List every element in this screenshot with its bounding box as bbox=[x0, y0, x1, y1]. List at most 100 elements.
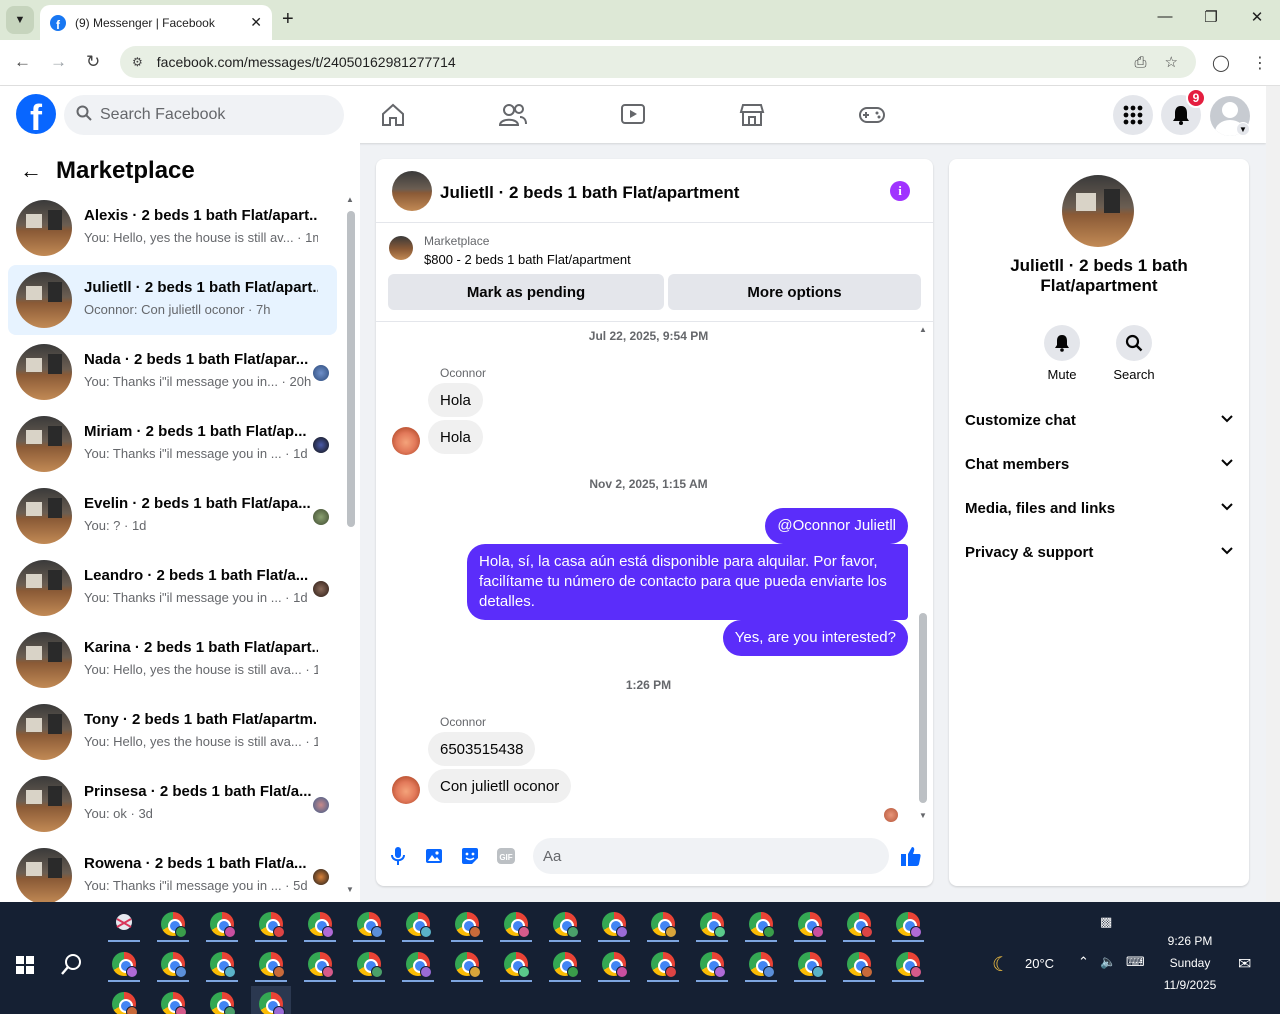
chrome-profile-icon[interactable] bbox=[153, 946, 193, 982]
clock-time[interactable]: 9:26 PM bbox=[1160, 934, 1220, 948]
chrome-profile-icon[interactable] bbox=[349, 906, 389, 942]
search-input[interactable] bbox=[100, 106, 320, 124]
chrome-profile-icon[interactable] bbox=[202, 946, 242, 982]
conversation-title[interactable]: Julietll · 2 beds 1 bath Flat/apartment bbox=[440, 183, 739, 203]
chat-item-nada[interactable]: Nada · 2 beds 1 bath Flat/apar... You: T… bbox=[8, 337, 337, 407]
chrome-profile-icon[interactable] bbox=[349, 946, 389, 982]
chrome-profile-icon[interactable] bbox=[545, 906, 585, 942]
profile-icon[interactable]: ◯ bbox=[1212, 53, 1230, 73]
chrome-profile-icon[interactable] bbox=[594, 906, 634, 942]
keyboard-icon[interactable]: ⌨ bbox=[1126, 954, 1145, 970]
url-text[interactable]: facebook.com/messages/t/2405016298127771… bbox=[157, 54, 1135, 70]
sticker-icon[interactable] bbox=[458, 844, 482, 868]
chrome-profile-icon[interactable] bbox=[496, 946, 536, 982]
taskbar-search-icon[interactable] bbox=[60, 952, 84, 976]
scroll-down-arrow-icon[interactable]: ▼ bbox=[919, 811, 927, 820]
chrome-profile-icon[interactable] bbox=[545, 946, 585, 982]
outgoing-message[interactable]: Hola, sí, la casa aún está disponible pa… bbox=[467, 544, 908, 620]
chat-item-leandro[interactable]: Leandro · 2 beds 1 bath Flat/a... You: T… bbox=[8, 553, 337, 623]
media-files-links-row[interactable]: Media, files and links bbox=[965, 486, 1233, 530]
gif-icon[interactable]: GIF bbox=[494, 844, 518, 868]
chrome-profile-icon[interactable] bbox=[447, 946, 487, 982]
microphone-icon[interactable] bbox=[386, 844, 410, 868]
search-in-chat-button[interactable]: Search bbox=[1104, 325, 1164, 382]
minimize-window-icon[interactable]: — bbox=[1142, 8, 1188, 25]
incoming-message[interactable]: Hola bbox=[428, 383, 483, 417]
incoming-message[interactable]: 6503515438 bbox=[428, 732, 536, 766]
more-options-button[interactable]: More options bbox=[668, 274, 921, 310]
chrome-profile-icon[interactable] bbox=[251, 946, 291, 982]
chrome-profile-icon[interactable] bbox=[741, 946, 781, 982]
clock-date[interactable]: 11/9/2025 bbox=[1160, 978, 1220, 992]
message-input[interactable] bbox=[543, 847, 843, 865]
privacy-support-row[interactable]: Privacy & support bbox=[965, 530, 1233, 574]
thumbs-up-icon[interactable] bbox=[899, 844, 923, 868]
chrome-profile-icon[interactable] bbox=[790, 906, 830, 942]
chrome-profile-icon[interactable] bbox=[643, 906, 683, 942]
site-settings-icon[interactable]: ⚙ bbox=[132, 55, 143, 69]
meet-now-icon[interactable]: ▩ bbox=[1100, 914, 1112, 930]
snipping-tool-icon[interactable] bbox=[104, 906, 144, 942]
info-icon[interactable]: i bbox=[890, 181, 910, 201]
account-chevron-down-icon[interactable]: ▼ bbox=[1236, 122, 1250, 136]
clock-day[interactable]: Sunday bbox=[1160, 956, 1220, 970]
customize-chat-row[interactable]: Customize chat bbox=[965, 398, 1233, 442]
chrome-profile-icon[interactable] bbox=[104, 986, 144, 1014]
chat-members-row[interactable]: Chat members bbox=[965, 442, 1233, 486]
chat-item-julietll[interactable]: Julietll · 2 beds 1 bath Flat/apart... O… bbox=[8, 265, 337, 335]
chrome-profile-icon[interactable] bbox=[251, 906, 291, 942]
incoming-message[interactable]: Hola bbox=[428, 420, 483, 454]
chat-item-evelin[interactable]: Evelin · 2 beds 1 bath Flat/apa... You: … bbox=[8, 481, 337, 551]
windows-start-icon[interactable] bbox=[16, 956, 34, 974]
menu-grid-icon[interactable] bbox=[1113, 95, 1153, 135]
new-tab-icon[interactable]: + bbox=[282, 8, 294, 31]
scrollbar-thumb[interactable] bbox=[919, 613, 927, 803]
restore-window-icon[interactable]: ❐ bbox=[1188, 8, 1234, 26]
chrome-profile-icon[interactable] bbox=[888, 906, 928, 942]
chat-item-rowena[interactable]: Rowena · 2 beds 1 bath Flat/a... You: Th… bbox=[8, 841, 337, 902]
facebook-logo-icon[interactable]: f bbox=[16, 94, 56, 134]
video-icon[interactable] bbox=[618, 100, 648, 130]
back-arrow-icon[interactable]: ← bbox=[20, 158, 42, 184]
home-icon[interactable] bbox=[378, 100, 408, 130]
photo-icon[interactable] bbox=[422, 844, 446, 868]
chrome-profile-icon[interactable] bbox=[741, 906, 781, 942]
chevron-up-icon[interactable]: ⌃ bbox=[1078, 954, 1089, 970]
chrome-profile-icon[interactable] bbox=[447, 906, 487, 942]
incoming-message[interactable]: Con julietll oconor bbox=[428, 769, 572, 803]
chrome-profile-icon[interactable] bbox=[594, 946, 634, 982]
weather-temperature[interactable]: 20°C bbox=[1025, 956, 1054, 971]
forward-arrow-icon[interactable]: → bbox=[50, 52, 67, 72]
chrome-profile-icon[interactable] bbox=[300, 906, 340, 942]
mark-as-pending-button[interactable]: Mark as pending bbox=[388, 274, 664, 310]
chrome-profile-icon[interactable] bbox=[104, 946, 144, 982]
chrome-profile-icon[interactable] bbox=[153, 906, 193, 942]
chrome-profile-icon[interactable] bbox=[202, 986, 242, 1014]
outgoing-message[interactable]: Yes, are you interested? bbox=[722, 620, 908, 656]
weather-moon-icon[interactable]: ☾ bbox=[992, 952, 1010, 977]
chrome-profile-icon[interactable] bbox=[692, 906, 732, 942]
chat-item-miriam[interactable]: Miriam · 2 beds 1 bath Flat/ap... You: T… bbox=[8, 409, 337, 479]
browser-tab-messenger[interactable]: f (9) Messenger | Facebook ✕ bbox=[40, 5, 272, 40]
chrome-profile-icon[interactable] bbox=[300, 946, 340, 982]
chrome-profile-icon[interactable] bbox=[790, 946, 830, 982]
chat-item-prinsesa[interactable]: Prinsesa · 2 beds 1 bath Flat/a... You: … bbox=[8, 769, 337, 839]
scroll-up-arrow-icon[interactable]: ▲ bbox=[346, 195, 354, 204]
gaming-icon[interactable] bbox=[857, 100, 887, 130]
facebook-search-box[interactable] bbox=[64, 95, 344, 135]
chat-item-tony[interactable]: Tony · 2 beds 1 bath Flat/apartm... You:… bbox=[8, 697, 337, 767]
bookmark-star-icon[interactable]: ☆ bbox=[1165, 53, 1178, 71]
search-icon[interactable] bbox=[1116, 325, 1152, 361]
chrome-profile-icon[interactable] bbox=[398, 946, 438, 982]
chrome-profile-icon[interactable] bbox=[692, 946, 732, 982]
friends-icon[interactable] bbox=[498, 100, 528, 130]
chat-item-karina[interactable]: Karina · 2 beds 1 bath Flat/apart... You… bbox=[8, 625, 337, 695]
conversation-thumbnail[interactable] bbox=[392, 171, 432, 211]
message-input-box[interactable] bbox=[533, 838, 889, 874]
chrome-profile-icon[interactable] bbox=[251, 986, 291, 1014]
address-bar[interactable]: ⚙ facebook.com/messages/t/24050162981277… bbox=[120, 46, 1196, 78]
chrome-profile-icon[interactable] bbox=[153, 986, 193, 1014]
message-thread-scrollbar[interactable]: ▲ ▼ bbox=[917, 323, 929, 823]
reload-icon[interactable]: ↻ bbox=[86, 52, 100, 72]
page-scrollbar[interactable] bbox=[1266, 86, 1280, 902]
